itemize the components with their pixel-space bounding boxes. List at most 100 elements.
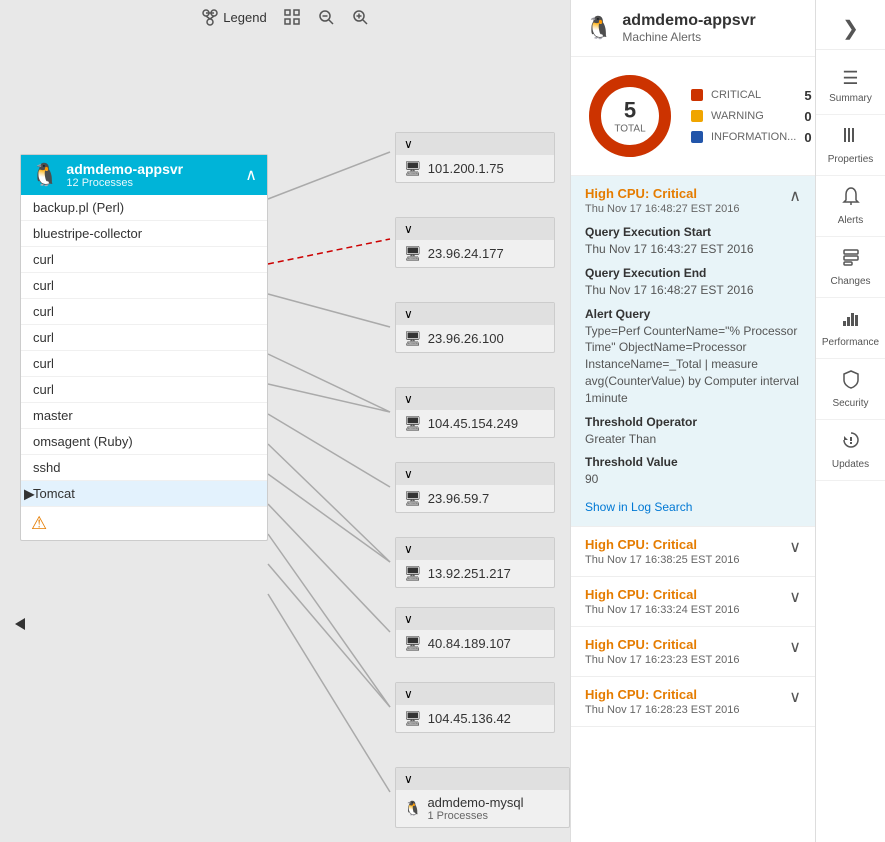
alert-expand-btn-0[interactable]: ∧ — [789, 186, 801, 206]
remote-node-ip-1: 23.96.24.177 — [428, 246, 504, 261]
remote-node-header-8[interactable]: ∨ — [396, 768, 569, 790]
show-log-search-link[interactable]: Show in Log Search — [585, 500, 692, 514]
remote-node-header-6[interactable]: ∨ — [396, 608, 554, 630]
remote-node-body-7: 🖥 104.45.136.42 — [396, 705, 554, 732]
monitor-icon-7: 🖥 — [404, 710, 422, 727]
legend-warning: WARNING 0 — [691, 109, 815, 124]
sidebar-item-summary[interactable]: ☰ Summary — [816, 58, 885, 115]
alert-expand-btn-4[interactable]: ∨ — [789, 687, 801, 707]
process-item-curl-6[interactable]: curl — [21, 377, 267, 403]
process-item-omsagent[interactable]: omsagent (Ruby) — [21, 429, 267, 455]
summary-label: Summary — [829, 93, 872, 104]
alert-item-1[interactable]: High CPU: Critical Thu Nov 17 16:38:25 E… — [571, 527, 815, 577]
alert-header-4[interactable]: High CPU: Critical Thu Nov 17 16:28:23 E… — [571, 677, 815, 726]
alert-expand-btn-2[interactable]: ∨ — [789, 587, 801, 607]
right-panel: 🐧 admdemo-appsvr Machine Alerts 5 TOTAL — [570, 0, 885, 842]
changes-label: Changes — [830, 276, 870, 287]
remote-node-ip-7: 104.45.136.42 — [428, 711, 511, 726]
process-item-master[interactable]: master — [21, 403, 267, 429]
alert-header-3[interactable]: High CPU: Critical Thu Nov 17 16:23:23 E… — [571, 627, 815, 676]
sidebar-item-alerts[interactable]: Alerts — [816, 176, 885, 237]
donut-center: 5 TOTAL — [614, 98, 645, 135]
monitor-icon-6: 🖥 — [404, 635, 422, 652]
side-nav-back: ❯ — [816, 8, 885, 50]
remote-node-2: ∨ 🖥 23.96.26.100 — [395, 302, 555, 353]
remote-node-header-4[interactable]: ∨ — [396, 463, 554, 485]
information-dot — [691, 131, 703, 143]
process-item-bluestripe[interactable]: bluestripe-collector — [21, 221, 267, 247]
sidebar-item-security[interactable]: Security — [816, 359, 885, 420]
remote-node-body-1: 🖥 23.96.24.177 — [396, 240, 554, 267]
remote-node-header-7[interactable]: ∨ — [396, 683, 554, 705]
donut-chart: 5 TOTAL — [585, 71, 675, 161]
alert-title-3: High CPU: Critical — [585, 637, 740, 652]
process-item-tomcat[interactable]: ▶ Tomcat — [21, 481, 267, 507]
sidebar-item-updates[interactable]: Updates — [816, 420, 885, 481]
node-collapse-button[interactable]: ∧ — [245, 165, 257, 185]
back-arrow[interactable]: ❯ — [842, 16, 859, 41]
alert-expand-btn-3[interactable]: ∨ — [789, 637, 801, 657]
legend-button[interactable]: Legend — [201, 8, 266, 26]
node-header[interactable]: 🐧 admdemo-appsvr 12 Processes ∧ — [21, 155, 267, 195]
process-item-backup[interactable]: backup.pl (Perl) — [21, 195, 267, 221]
alert-expand-btn-1[interactable]: ∨ — [789, 537, 801, 557]
collapse-icon-1: ∨ — [404, 222, 413, 236]
process-item-curl-5[interactable]: curl — [21, 351, 267, 377]
threshold-val-label: Threshold Value — [585, 455, 801, 469]
collapse-icon-8: ∨ — [404, 772, 413, 786]
remote-node-header-0[interactable]: ∨ — [396, 133, 554, 155]
alerts-icon — [841, 186, 861, 211]
sidebar-item-performance[interactable]: Performance — [816, 298, 885, 359]
alert-item-0[interactable]: High CPU: Critical Thu Nov 17 16:48:27 E… — [571, 176, 815, 527]
threshold-op-row: Threshold Operator Greater Than — [585, 415, 801, 448]
main-node: 🐧 admdemo-appsvr 12 Processes ∧ backup.p… — [20, 154, 268, 541]
process-item-curl-2[interactable]: curl — [21, 273, 267, 299]
remote-node-body-8: 🐧 admdemo-mysql 1 Processes — [396, 790, 569, 827]
monitor-icon-5: 🖥 — [404, 565, 422, 582]
query-start-value: Thu Nov 17 16:43:27 EST 2016 — [585, 241, 801, 258]
remote-node-ip-3: 104.45.154.249 — [428, 416, 518, 431]
donut-total-number: 5 — [614, 98, 645, 124]
remote-node-7: ∨ 🖥 104.45.136.42 — [395, 682, 555, 733]
topology-area: Legend — [0, 0, 570, 842]
alert-header-0[interactable]: High CPU: Critical Thu Nov 17 16:48:27 E… — [571, 176, 815, 225]
linux-icon: 🐧 — [31, 162, 58, 188]
threshold-val-row: Threshold Value 90 — [585, 455, 801, 488]
remote-node-ip-0: 101.200.1.75 — [428, 161, 504, 176]
security-icon — [841, 369, 861, 394]
alert-header-2[interactable]: High CPU: Critical Thu Nov 17 16:33:24 E… — [571, 577, 815, 626]
alert-title-4: High CPU: Critical — [585, 687, 740, 702]
alert-query-label: Alert Query — [585, 307, 801, 321]
process-item-curl-4[interactable]: curl — [21, 325, 267, 351]
process-item-curl-1[interactable]: curl — [21, 247, 267, 273]
changes-icon — [841, 247, 861, 272]
side-nav: ❯ ☰ Summary Properties Aler — [815, 0, 885, 842]
topology-canvas: 🐧 admdemo-appsvr 12 Processes ∧ backup.p… — [0, 34, 570, 832]
sidebar-item-changes[interactable]: Changes — [816, 237, 885, 298]
alert-query-value: Type=Perf CounterName="% Processor Time"… — [585, 323, 801, 407]
alert-item-2[interactable]: High CPU: Critical Thu Nov 17 16:33:24 E… — [571, 577, 815, 627]
alert-item-3[interactable]: High CPU: Critical Thu Nov 17 16:23:23 E… — [571, 627, 815, 677]
alert-item-4[interactable]: High CPU: Critical Thu Nov 17 16:28:23 E… — [571, 677, 815, 727]
threshold-val-value: 90 — [585, 471, 801, 488]
remote-node-4: ∨ 🖥 23.96.59.7 — [395, 462, 555, 513]
remote-node-header-1[interactable]: ∨ — [396, 218, 554, 240]
remote-node-header-2[interactable]: ∨ — [396, 303, 554, 325]
process-item-curl-3[interactable]: curl — [21, 299, 267, 325]
sidebar-item-properties[interactable]: Properties — [816, 115, 885, 176]
alert-title-0: High CPU: Critical — [585, 186, 740, 201]
performance-icon — [841, 308, 861, 333]
collapse-icon-2: ∨ — [404, 307, 413, 321]
zoom-out-button[interactable] — [317, 8, 335, 26]
process-item-sshd[interactable]: sshd — [21, 455, 267, 481]
remote-node-header-3[interactable]: ∨ — [396, 388, 554, 410]
alert-time-2: Thu Nov 17 16:33:24 EST 2016 — [585, 604, 740, 616]
fit-button[interactable] — [283, 8, 301, 26]
alert-header-1[interactable]: High CPU: Critical Thu Nov 17 16:38:25 E… — [571, 527, 815, 576]
remote-node-6: ∨ 🖥 40.84.189.107 — [395, 607, 555, 658]
zoom-in-button[interactable] — [351, 8, 369, 26]
remote-node-header-5[interactable]: ∨ — [396, 538, 554, 560]
remote-node-body-5: 🖥 13.92.251.217 — [396, 560, 554, 587]
alert-detail-0: Query Execution Start Thu Nov 17 16:43:2… — [571, 225, 815, 526]
remote-node-body-0: 🖥 101.200.1.75 — [396, 155, 554, 182]
